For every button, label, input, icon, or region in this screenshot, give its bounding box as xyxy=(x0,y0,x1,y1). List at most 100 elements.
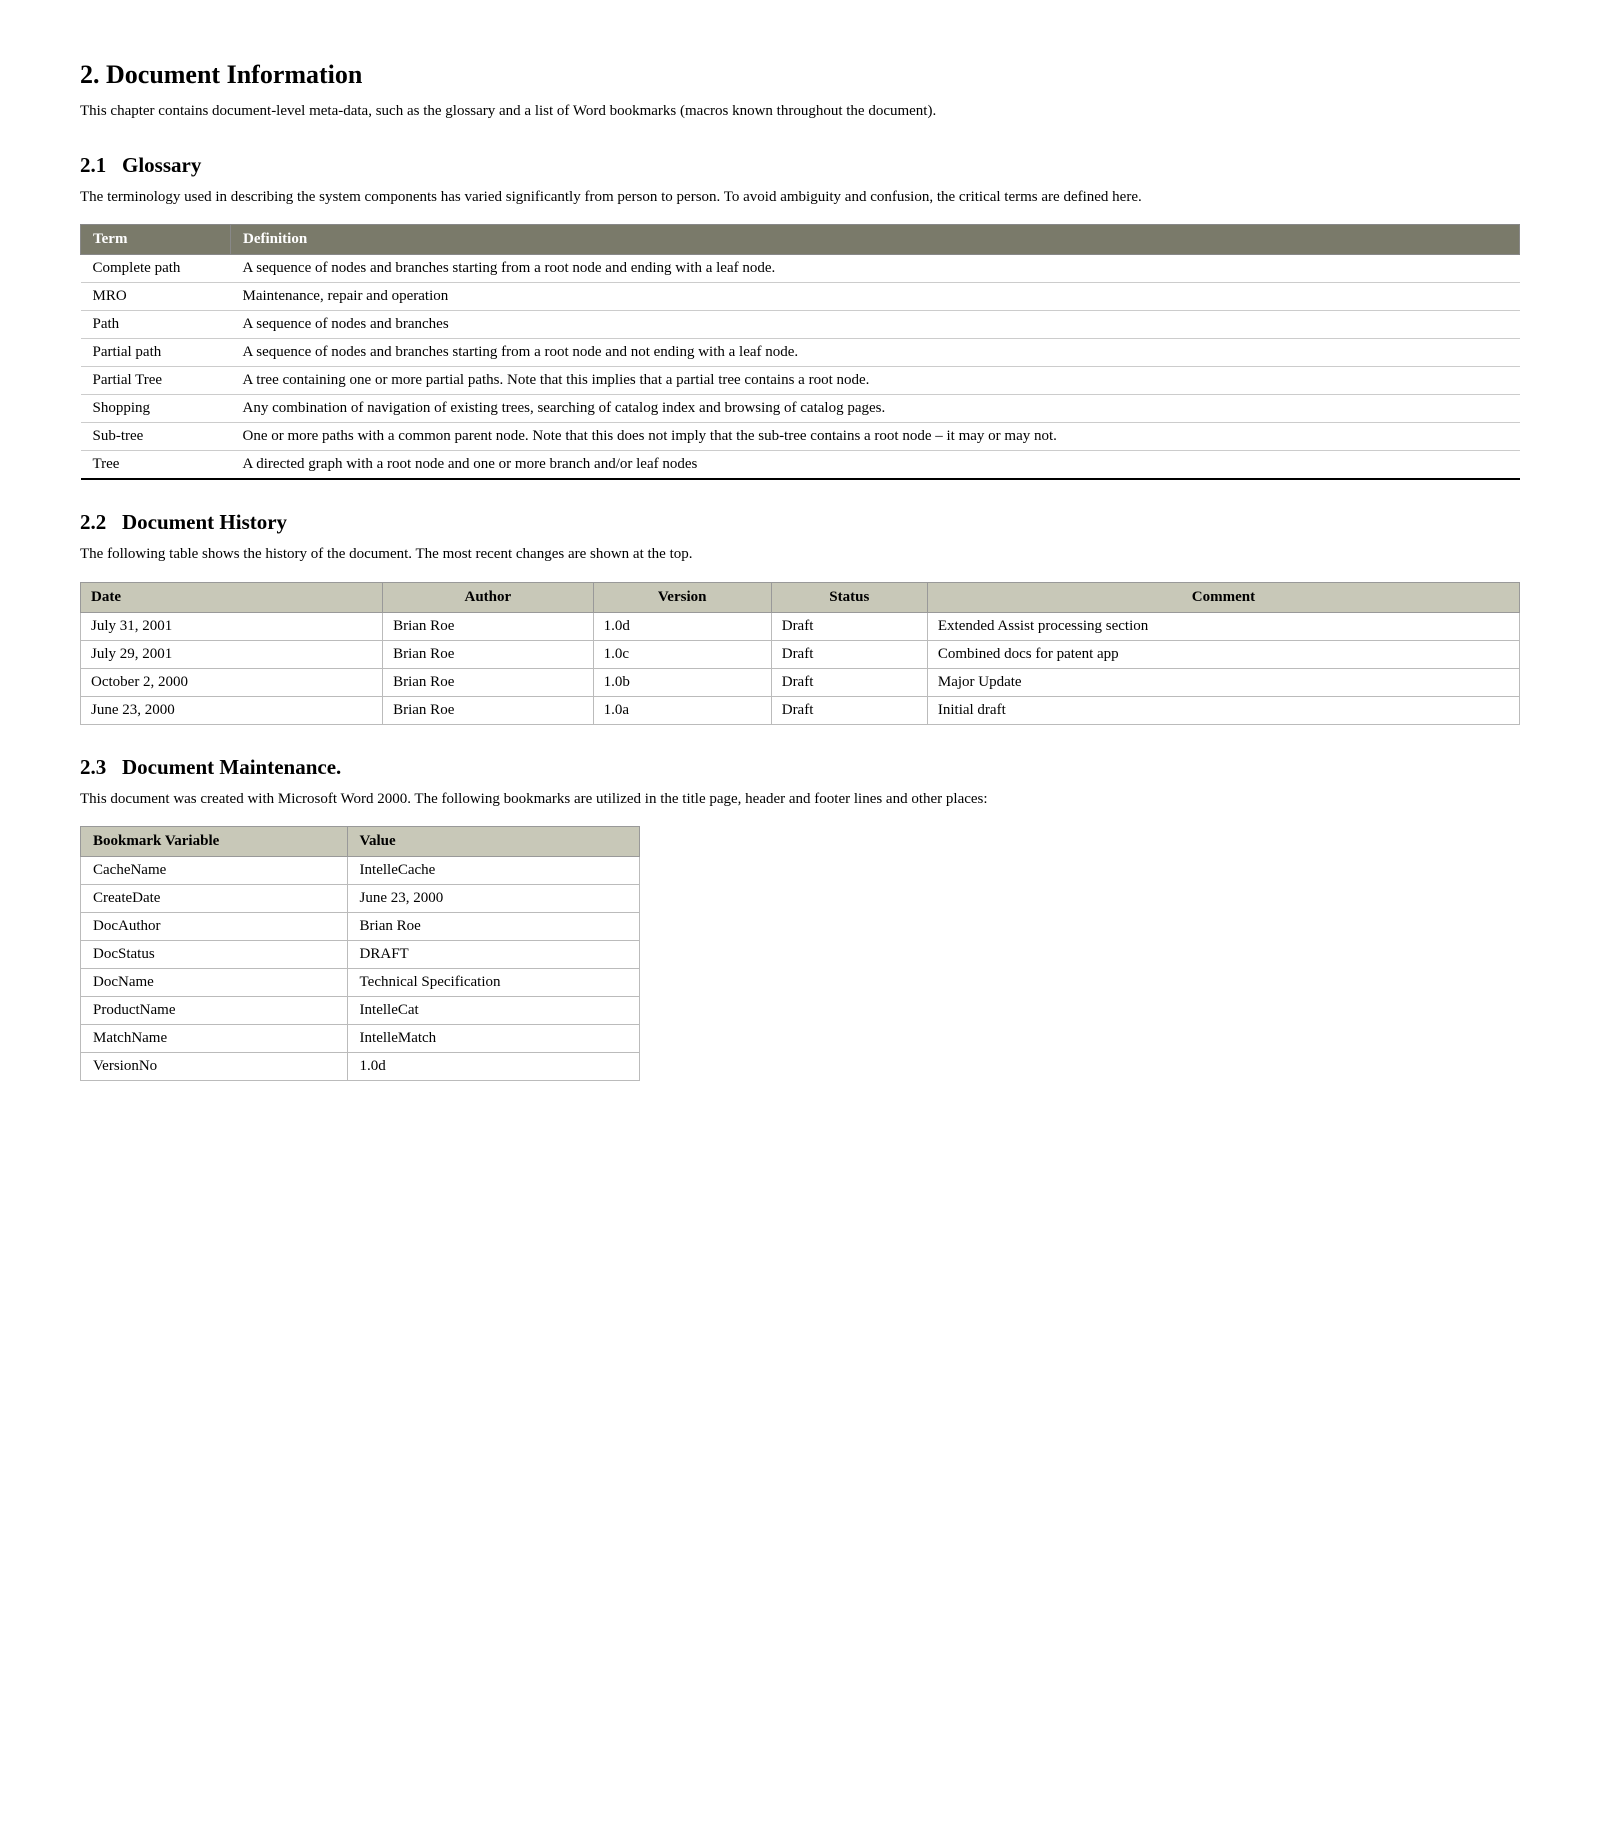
bookmark-variable: DocName xyxy=(81,969,348,997)
bookmark-variable: CacheName xyxy=(81,857,348,885)
bookmark-value: DRAFT xyxy=(347,941,639,969)
history-col-author: Author xyxy=(383,582,593,612)
history-comment: Major Update xyxy=(927,668,1519,696)
maintenance-intro: This document was created with Microsoft… xyxy=(80,788,1520,811)
bookmark-variable: CreateDate xyxy=(81,885,348,913)
glossary-row: Sub-treeOne or more paths with a common … xyxy=(81,423,1520,451)
glossary-row: TreeA directed graph with a root node an… xyxy=(81,451,1520,480)
bookmark-variable: MatchName xyxy=(81,1025,348,1053)
glossary-term: Tree xyxy=(81,451,231,480)
maintenance-number: 2.3 xyxy=(80,755,106,779)
glossary-term: MRO xyxy=(81,283,231,311)
glossary-row: ShoppingAny combination of navigation of… xyxy=(81,395,1520,423)
history-row: July 29, 2001Brian Roe1.0cDraftCombined … xyxy=(81,640,1520,668)
bookmark-value: 1.0d xyxy=(347,1053,639,1081)
glossary-definition: A tree containing one or more partial pa… xyxy=(231,367,1520,395)
history-author: Brian Roe xyxy=(383,696,593,724)
history-author: Brian Roe xyxy=(383,612,593,640)
bookmark-col-value: Value xyxy=(347,827,639,857)
glossary-row: Complete pathA sequence of nodes and bra… xyxy=(81,255,1520,283)
glossary-term: Complete path xyxy=(81,255,231,283)
history-table: Date Author Version Status Comment July … xyxy=(80,582,1520,725)
glossary-definition: A sequence of nodes and branches xyxy=(231,311,1520,339)
glossary-section: 2.1 Glossary The terminology used in des… xyxy=(80,153,1520,481)
bookmark-row: DocStatusDRAFT xyxy=(81,941,640,969)
main-section-title: 2. Document Information xyxy=(80,60,1520,90)
main-section-intro: This chapter contains document-level met… xyxy=(80,100,1520,123)
bookmark-col-variable: Bookmark Variable xyxy=(81,827,348,857)
history-author: Brian Roe xyxy=(383,668,593,696)
history-number: 2.2 xyxy=(80,510,106,534)
main-section: 2. Document Information This chapter con… xyxy=(80,60,1520,123)
history-row: June 23, 2000Brian Roe1.0aDraftInitial d… xyxy=(81,696,1520,724)
history-title: 2.2 Document History xyxy=(80,510,1520,535)
history-intro: The following table shows the history of… xyxy=(80,543,1520,566)
history-row: July 31, 2001Brian Roe1.0dDraftExtended … xyxy=(81,612,1520,640)
glossary-definition: A sequence of nodes and branches startin… xyxy=(231,255,1520,283)
bookmark-row: CreateDateJune 23, 2000 xyxy=(81,885,640,913)
history-section: 2.2 Document History The following table… xyxy=(80,510,1520,725)
history-col-comment: Comment xyxy=(927,582,1519,612)
bookmark-row: DocNameTechnical Specification xyxy=(81,969,640,997)
history-col-date: Date xyxy=(81,582,383,612)
glossary-term: Sub-tree xyxy=(81,423,231,451)
bookmark-row: MatchNameIntelleMatch xyxy=(81,1025,640,1053)
glossary-term: Shopping xyxy=(81,395,231,423)
glossary-title: 2.1 Glossary xyxy=(80,153,1520,178)
bookmark-variable: ProductName xyxy=(81,997,348,1025)
glossary-col-term: Term xyxy=(81,225,231,255)
history-comment: Initial draft xyxy=(927,696,1519,724)
maintenance-heading: Document Maintenance. xyxy=(122,755,341,779)
maintenance-section: 2.3 Document Maintenance. This document … xyxy=(80,755,1520,1082)
history-row: October 2, 2000Brian Roe1.0bDraftMajor U… xyxy=(81,668,1520,696)
history-date: July 31, 2001 xyxy=(81,612,383,640)
glossary-col-definition: Definition xyxy=(231,225,1520,255)
history-comment: Combined docs for patent app xyxy=(927,640,1519,668)
glossary-number: 2.1 xyxy=(80,153,106,177)
history-status: Draft xyxy=(771,640,927,668)
history-version: 1.0a xyxy=(593,696,771,724)
history-date: June 23, 2000 xyxy=(81,696,383,724)
main-section-heading: Document Information xyxy=(106,60,362,89)
bookmark-value: IntelleCat xyxy=(347,997,639,1025)
bookmark-variable: DocAuthor xyxy=(81,913,348,941)
bookmark-value: Technical Specification xyxy=(347,969,639,997)
main-section-number: 2. xyxy=(80,60,100,89)
glossary-definition: Maintenance, repair and operation xyxy=(231,283,1520,311)
bookmark-table: Bookmark Variable Value CacheNameIntelle… xyxy=(80,826,640,1081)
history-version: 1.0c xyxy=(593,640,771,668)
bookmark-variable: VersionNo xyxy=(81,1053,348,1081)
glossary-intro: The terminology used in describing the s… xyxy=(80,186,1520,209)
glossary-table: Term Definition Complete pathA sequence … xyxy=(80,224,1520,480)
history-col-version: Version xyxy=(593,582,771,612)
history-comment: Extended Assist processing section xyxy=(927,612,1519,640)
history-heading: Document History xyxy=(122,510,287,534)
history-status: Draft xyxy=(771,696,927,724)
history-author: Brian Roe xyxy=(383,640,593,668)
history-status: Draft xyxy=(771,612,927,640)
bookmark-value: IntelleMatch xyxy=(347,1025,639,1053)
glossary-term: Partial path xyxy=(81,339,231,367)
glossary-row: Partial TreeA tree containing one or mor… xyxy=(81,367,1520,395)
glossary-heading: Glossary xyxy=(122,153,201,177)
history-status: Draft xyxy=(771,668,927,696)
bookmark-row: CacheNameIntelleCache xyxy=(81,857,640,885)
bookmark-value: Brian Roe xyxy=(347,913,639,941)
history-version: 1.0d xyxy=(593,612,771,640)
glossary-row: MROMaintenance, repair and operation xyxy=(81,283,1520,311)
history-version: 1.0b xyxy=(593,668,771,696)
glossary-term: Partial Tree xyxy=(81,367,231,395)
bookmark-row: VersionNo1.0d xyxy=(81,1053,640,1081)
maintenance-title: 2.3 Document Maintenance. xyxy=(80,755,1520,780)
bookmark-row: ProductNameIntelleCat xyxy=(81,997,640,1025)
history-date: July 29, 2001 xyxy=(81,640,383,668)
history-date: October 2, 2000 xyxy=(81,668,383,696)
glossary-definition: A directed graph with a root node and on… xyxy=(231,451,1520,480)
bookmark-row: DocAuthorBrian Roe xyxy=(81,913,640,941)
glossary-definition: A sequence of nodes and branches startin… xyxy=(231,339,1520,367)
bookmark-value: IntelleCache xyxy=(347,857,639,885)
glossary-definition: One or more paths with a common parent n… xyxy=(231,423,1520,451)
bookmark-variable: DocStatus xyxy=(81,941,348,969)
glossary-row: PathA sequence of nodes and branches xyxy=(81,311,1520,339)
bookmark-value: June 23, 2000 xyxy=(347,885,639,913)
